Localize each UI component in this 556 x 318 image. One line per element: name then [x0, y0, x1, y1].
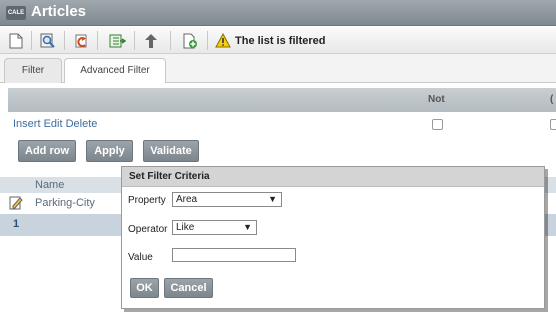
paren-checkbox[interactable]	[550, 119, 556, 130]
ok-button[interactable]: OK	[130, 278, 159, 298]
warning-icon	[213, 31, 233, 50]
dropdown-arrow-icon: ▼	[268, 194, 277, 204]
property-select-value: Area	[176, 194, 198, 205]
row-name-cell: Parking-City	[35, 197, 95, 209]
page-title: Articles	[31, 3, 87, 20]
add-row-button[interactable]: Add row	[18, 140, 76, 162]
operator-select[interactable]: Like ▼	[172, 220, 257, 235]
add-page-icon[interactable]	[180, 31, 200, 50]
cancel-button[interactable]: Cancel	[164, 278, 213, 298]
new-icon[interactable]	[6, 31, 26, 50]
apply-button[interactable]: Apply	[86, 140, 133, 162]
property-label: Property	[128, 195, 166, 206]
toolbar: The list is filtered	[0, 27, 556, 54]
not-column-header: Not	[428, 94, 445, 105]
set-filter-criteria-dialog: Set Filter Criteria Property Area ▼ Oper…	[121, 166, 545, 309]
insert-edit-delete-links[interactable]: Insert Edit Delete	[13, 118, 97, 130]
tab-filter[interactable]: Filter	[4, 58, 62, 83]
search-icon[interactable]	[38, 31, 58, 50]
pin-icon[interactable]	[141, 31, 161, 50]
validate-button[interactable]: Validate	[143, 140, 199, 162]
undo-icon[interactable]	[71, 31, 91, 50]
title-bar: CALE Articles	[0, 0, 556, 26]
app-logo: CALE	[6, 6, 26, 20]
not-checkbox[interactable]	[432, 119, 443, 130]
export-icon[interactable]	[107, 31, 127, 50]
paren-column-header: (	[550, 94, 554, 105]
filter-status-text: The list is filtered	[235, 35, 326, 47]
dialog-title: Set Filter Criteria	[122, 167, 544, 187]
edit-icon[interactable]	[9, 195, 23, 213]
name-column-header[interactable]: Name	[35, 179, 64, 191]
value-label: Value	[128, 252, 153, 263]
criteria-header	[8, 88, 556, 112]
operator-label: Operator	[128, 224, 168, 235]
tab-advanced-filter[interactable]: Advanced Filter	[64, 58, 166, 84]
record-count: 1	[13, 218, 20, 230]
operator-select-value: Like	[176, 222, 195, 233]
dropdown-arrow-icon: ▼	[243, 222, 252, 232]
value-input[interactable]	[172, 248, 296, 262]
property-select[interactable]: Area ▼	[172, 192, 282, 207]
